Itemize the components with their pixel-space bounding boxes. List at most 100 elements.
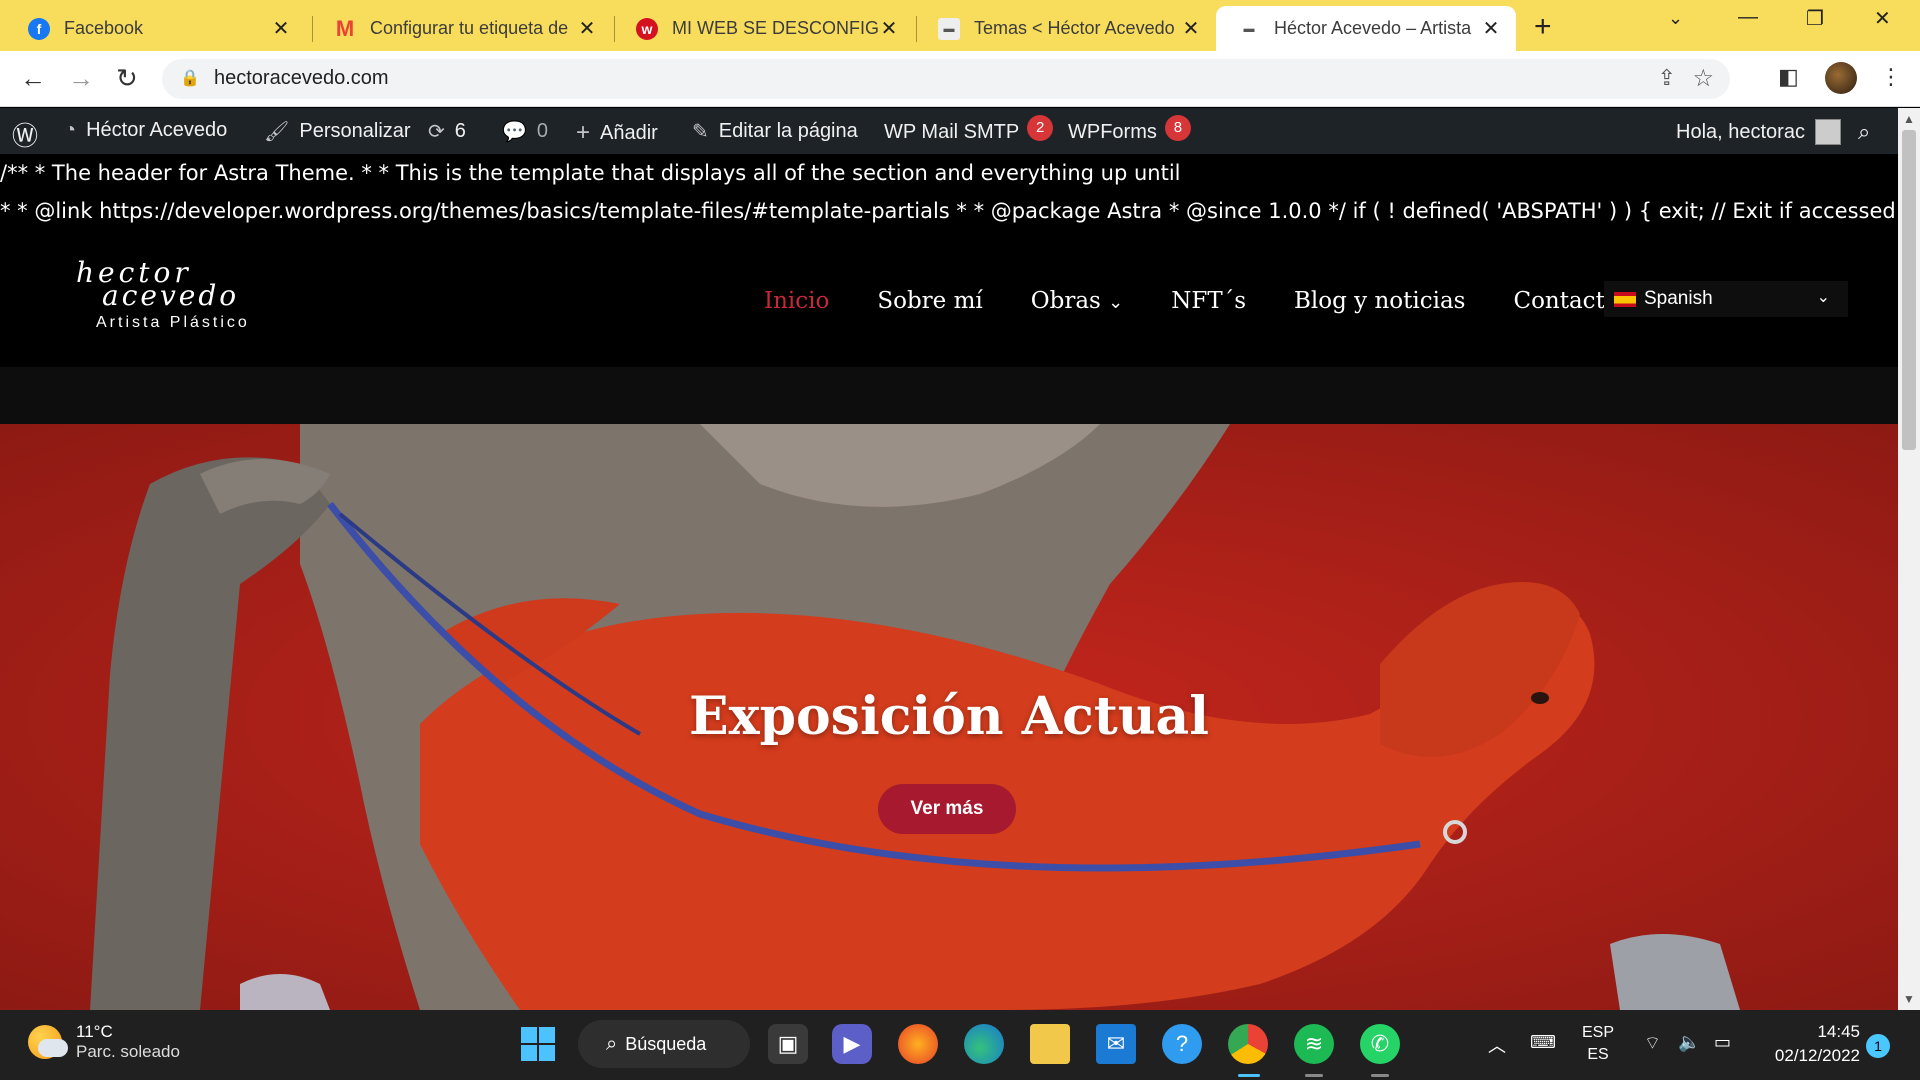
partly-sunny-icon (28, 1025, 68, 1059)
site-logo[interactable]: hector acevedo Artista Plástico (76, 256, 290, 342)
wp-comments[interactable]: 💬 0 (502, 119, 548, 144)
teams-chat-icon[interactable]: ▶ (832, 1024, 872, 1064)
taskbar-clock[interactable]: 14:45 02/12/2022 (1760, 1020, 1860, 1068)
wp-wpforms[interactable]: WPForms 8 (1068, 115, 1191, 145)
close-icon[interactable]: ✕ (1480, 16, 1502, 41)
file-explorer-icon[interactable] (1030, 1024, 1070, 1064)
forward-button[interactable]: → (68, 63, 94, 94)
greeting-label: Hola, hectorac (1676, 120, 1805, 143)
minimize-button[interactable]: — (1738, 6, 1758, 29)
whatsapp-running-indicator (1371, 1074, 1389, 1077)
wp-customize[interactable]: 🖌 Personalizar (264, 119, 411, 144)
nav-item-obras[interactable]: Obras ⌄ (1031, 288, 1124, 314)
close-icon[interactable]: ✕ (270, 16, 292, 41)
brush-icon: 🖌 (264, 121, 290, 143)
plus-icon: + (576, 119, 591, 146)
updates-count: 6 (454, 120, 466, 142)
ver-mas-button[interactable]: Ver más (878, 784, 1016, 834)
updates-icon: ⟳ (428, 121, 445, 143)
side-panel-icon[interactable]: ◧ (1778, 64, 1799, 90)
tab-hector-acevedo[interactable]: ▬ Héctor Acevedo – Artista ✕ (1216, 6, 1516, 51)
edge-icon[interactable] (964, 1024, 1004, 1064)
scrollbar-thumb[interactable] (1902, 130, 1916, 450)
restore-button[interactable]: ❐ (1806, 6, 1824, 31)
wordpress-logo-icon[interactable]: Ⓦ (12, 116, 38, 153)
firefox-icon[interactable] (898, 1024, 938, 1064)
wpforms-label: WPForms (1068, 120, 1157, 143)
chrome-running-indicator (1238, 1074, 1260, 1077)
wp-edit-page[interactable]: ✎ Editar la página (692, 119, 858, 144)
scroll-down-arrow-icon[interactable]: ▼ (1903, 992, 1915, 1006)
address-bar[interactable]: 🔒 hectoracevedo.com ⇪ ☆ (162, 59, 1730, 99)
share-icon[interactable]: ⇪ (1658, 65, 1676, 91)
keyboard-icon[interactable]: ⌨ (1530, 1032, 1556, 1053)
search-icon[interactable]: ⌕ (1858, 119, 1870, 145)
nav-item-contacto[interactable]: Contacto (1513, 288, 1618, 314)
wp-mail-smtp[interactable]: WP Mail SMTP 2 (884, 115, 1054, 145)
customize-label: Personalizar (299, 120, 411, 142)
webempresa-icon: w (636, 17, 658, 40)
comments-count: 0 (536, 120, 549, 142)
spotify-icon[interactable]: ≋ (1294, 1024, 1334, 1064)
php-leak-line-1: /** * The header for Astra Theme. * * Th… (0, 161, 1181, 185)
page-scrollbar[interactable]: ▲ ▼ (1898, 108, 1920, 1010)
input-language[interactable]: ESP ES (1582, 1022, 1614, 1066)
site-header: hector acevedo Artista Plástico Inicio S… (0, 234, 1898, 367)
show-hidden-icons-chevron-icon[interactable]: ︿ (1488, 1032, 1506, 1058)
language-select[interactable]: Spanish ⌄ (1604, 281, 1848, 317)
language-label: Spanish (1644, 288, 1713, 309)
tab-temas[interactable]: ▬ Temas < Héctor Acevedo ✕ (916, 6, 1216, 51)
weather-widget[interactable]: 11°C Parc. soleado (28, 1022, 180, 1062)
tab-gmail[interactable]: M Configurar tu etiqueta de ✕ (312, 6, 612, 51)
task-view-icon[interactable]: ▣ (768, 1024, 808, 1064)
back-button[interactable]: ← (20, 63, 46, 94)
hero-section: Exposición Actual Ver más (0, 424, 1898, 1010)
nav-item-sobre-mi[interactable]: Sobre mí (877, 288, 982, 314)
hero-title: Exposición Actual (689, 686, 1209, 747)
tab-webempresa[interactable]: w MI WEB SE DESCONFIGURÓ ✕ (614, 6, 914, 51)
profile-avatar[interactable] (1825, 62, 1857, 94)
tab-facebook[interactable]: f Facebook ✕ (6, 6, 306, 51)
windows-start-icon[interactable] (518, 1024, 558, 1064)
search-label: Búsqueda (625, 1033, 707, 1054)
lang-bottom-label: ES (1587, 1046, 1609, 1063)
close-icon[interactable]: ✕ (1180, 16, 1202, 41)
scroll-up-arrow-icon[interactable]: ▲ (1903, 112, 1915, 126)
facebook-icon: f (28, 17, 50, 40)
taskbar-search[interactable]: ⌕ Búsqueda (578, 1020, 750, 1068)
bookmark-star-icon[interactable]: ☆ (1692, 64, 1714, 93)
close-icon[interactable]: ✕ (576, 16, 598, 41)
help-icon[interactable]: ? (1162, 1024, 1202, 1064)
add-new-label: Añadir (600, 121, 658, 144)
close-icon[interactable]: ✕ (878, 16, 900, 41)
menu-kebab-icon[interactable]: ⋮ (1880, 64, 1902, 90)
battery-icon[interactable]: ▭ (1714, 1032, 1731, 1053)
gmail-icon: M (335, 15, 355, 41)
volume-icon[interactable]: 🔈 (1678, 1032, 1700, 1053)
nav-item-inicio[interactable]: Inicio (764, 288, 829, 314)
wp-my-account[interactable]: Hola, hectorac (1676, 119, 1841, 145)
wp-updates[interactable]: ⟳ 6 (428, 119, 466, 144)
url-text[interactable]: hectoracevedo.com (214, 67, 389, 90)
wp-add-new[interactable]: + Añadir (576, 119, 658, 147)
wp-site-name[interactable]: ◔ Héctor Acevedo (64, 119, 227, 142)
clock-time: 14:45 (1817, 1022, 1860, 1041)
whatsapp-icon[interactable]: ✆ (1360, 1024, 1400, 1064)
reload-button[interactable]: ↻ (116, 63, 138, 94)
chrome-icon[interactable] (1228, 1024, 1268, 1064)
smtp-badge: 2 (1027, 115, 1054, 141)
clock-date: 02/12/2022 (1774, 1046, 1860, 1065)
tab-title: Temas < Héctor Acevedo (974, 18, 1175, 38)
site-name-label: Héctor Acevedo (86, 119, 228, 141)
main-nav: Inicio Sobre mí Obras ⌄ NFT´s Blog y not… (764, 288, 1667, 314)
new-tab-button[interactable]: + (1534, 10, 1552, 44)
edit-page-label: Editar la página (718, 120, 858, 142)
nav-item-nfts[interactable]: NFT´s (1171, 288, 1246, 314)
tab-search-chevron-icon[interactable]: ⌄ (1668, 8, 1683, 29)
nav-item-blog[interactable]: Blog y noticias (1294, 288, 1465, 314)
lock-icon[interactable]: 🔒 (180, 68, 200, 88)
mail-icon[interactable]: ✉ (1096, 1024, 1136, 1064)
wifi-icon[interactable]: ⌔ (1644, 1032, 1661, 1055)
window-close-button[interactable]: ✕ (1874, 6, 1891, 31)
notification-badge[interactable]: 1 (1866, 1034, 1890, 1058)
